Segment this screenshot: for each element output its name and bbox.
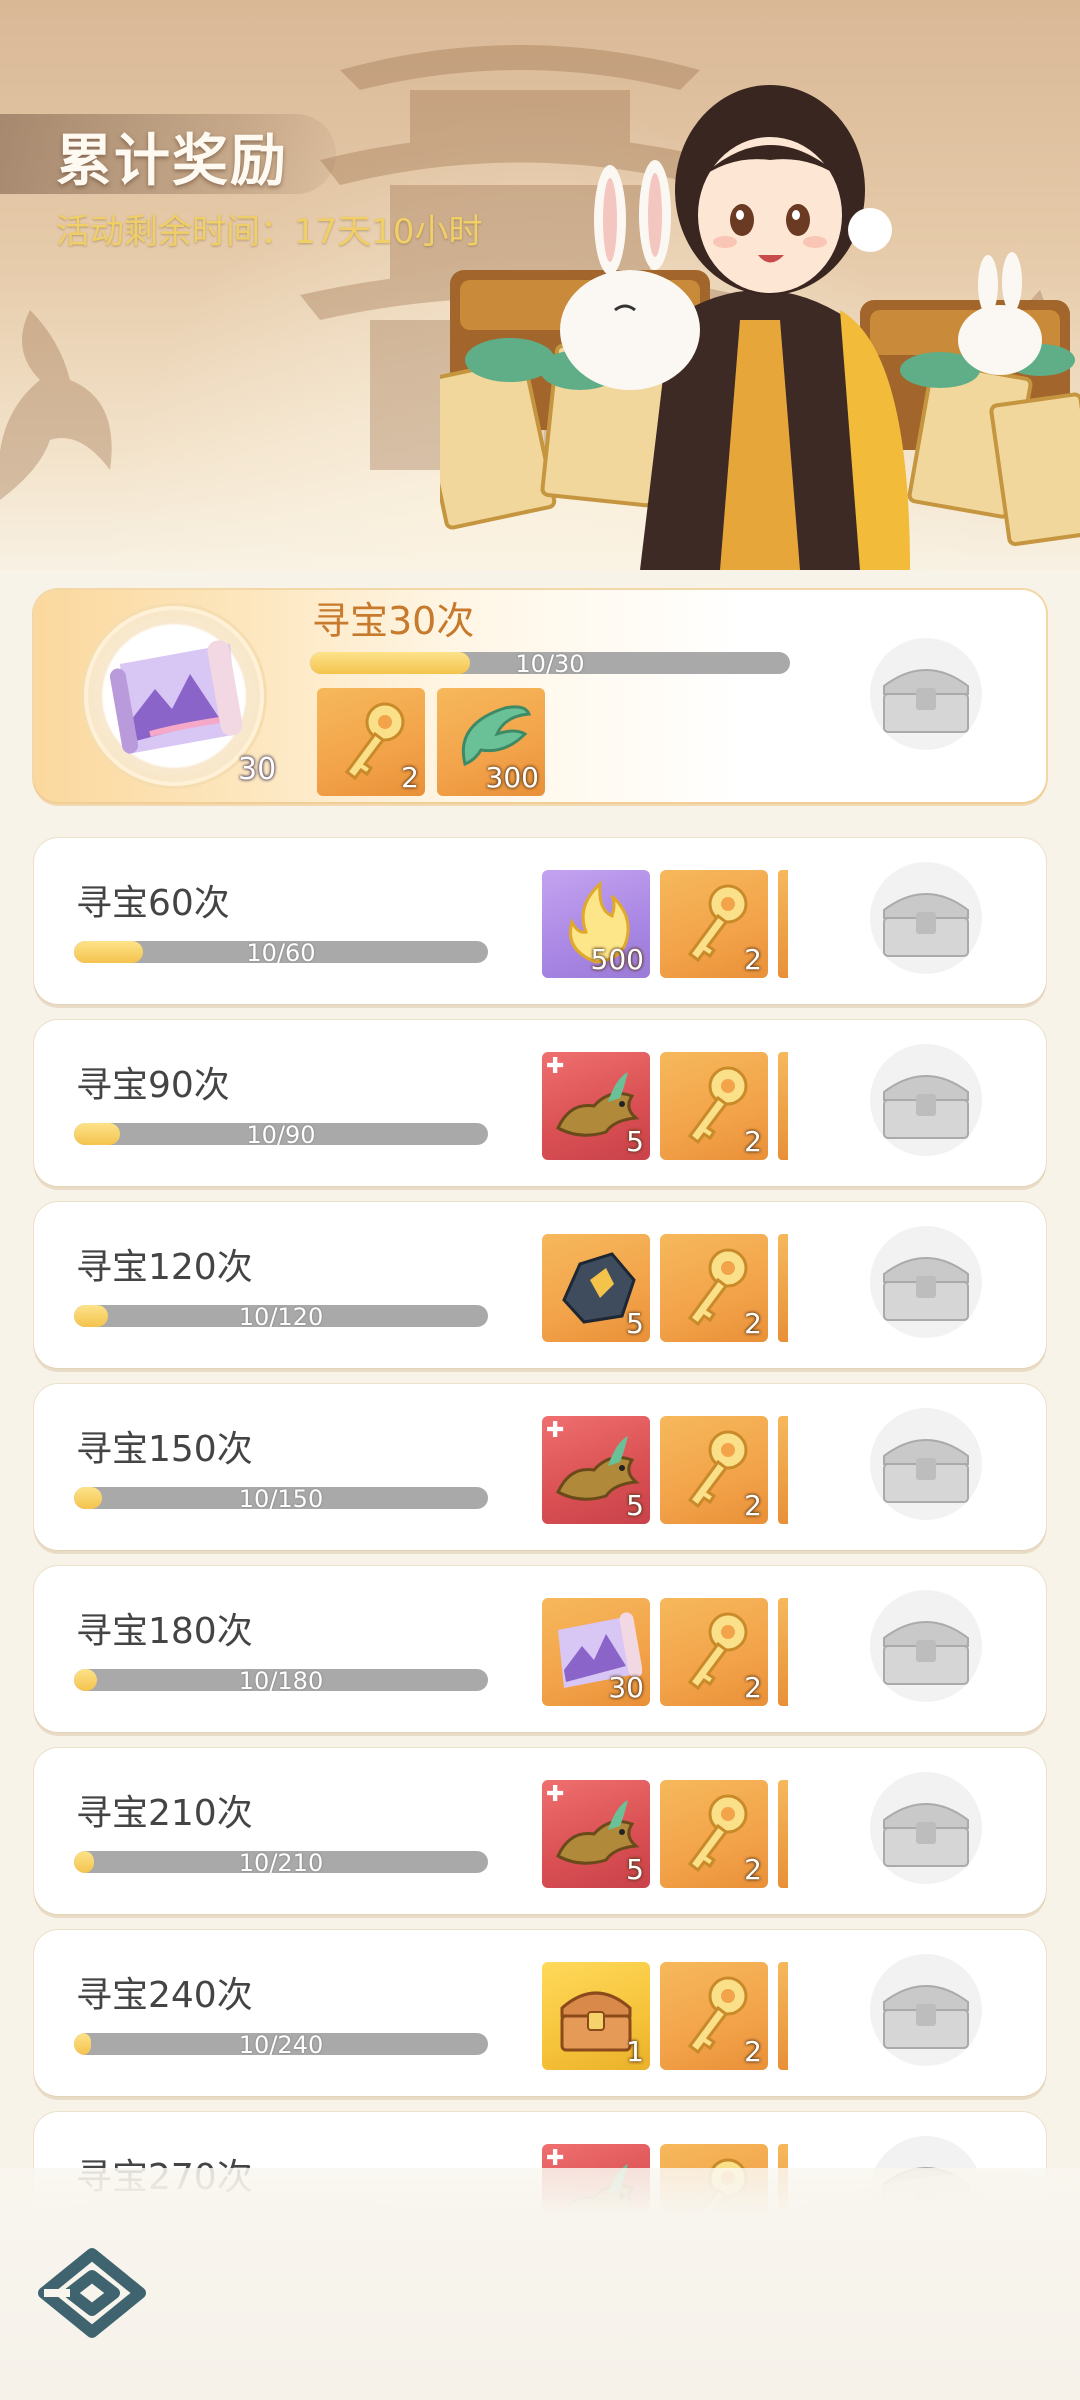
- progress-text: 10/30: [515, 652, 585, 674]
- treasure-chest-icon[interactable]: [866, 1950, 986, 2070]
- treasure-chest-icon[interactable]: [866, 1222, 986, 1342]
- reward-quantity: 500: [590, 943, 644, 976]
- milestone-label: 寻宝90次: [76, 1065, 230, 1106]
- milestone-medal: 30: [84, 606, 276, 787]
- reward-quantity: 2: [744, 1671, 762, 1704]
- reward-item[interactable]: 2: [660, 1780, 768, 1888]
- game-logo-icon[interactable]: [36, 2246, 148, 2340]
- reward-quantity: 5: [626, 1125, 644, 1158]
- milestone-label: 寻宝150次: [76, 1429, 253, 1470]
- milestone-label: 寻宝30次: [312, 599, 475, 643]
- milestone-label: 寻宝180次: [76, 1611, 253, 1652]
- milestone-card: 寻宝120次 10/120 5 2: [34, 1202, 1046, 1368]
- reward-item-overflow: [778, 1416, 788, 1524]
- reward-item[interactable]: 5: [542, 1234, 650, 1342]
- reward-quantity: 2: [401, 761, 419, 794]
- reward-item-overflow: [778, 1598, 788, 1706]
- reward-item[interactable]: 500: [542, 870, 650, 978]
- progress-text: 10/210: [238, 1851, 324, 1873]
- reward-item-overflow: [778, 1962, 788, 2070]
- reward-quantity: 2: [744, 943, 762, 976]
- featured-milestone-card: 30 寻宝30次 10/30 2 300: [34, 590, 1046, 802]
- event-timer: 活动剩余时间：17天10小时: [56, 212, 483, 252]
- reward-item-overflow: [778, 1780, 788, 1888]
- milestone-card: 寻宝90次 10/90 5 ✚ 2: [34, 1020, 1046, 1186]
- milestone-card: 寻宝180次 10/180 30 2: [34, 1566, 1046, 1732]
- reward-item-overflow: [778, 1234, 788, 1342]
- treasure-chest-icon[interactable]: [866, 1040, 986, 1160]
- treasure-chest-icon[interactable]: [866, 1404, 986, 1524]
- reward-item[interactable]: 2: [317, 688, 425, 796]
- progress-bar: 10/150: [74, 1487, 488, 1509]
- treasure-chest-icon[interactable]: [866, 1586, 986, 1706]
- reward-item[interactable]: 2: [660, 1962, 768, 2070]
- reward-item[interactable]: 30: [542, 1598, 650, 1706]
- reward-quantity: 5: [626, 1307, 644, 1340]
- reward-item[interactable]: 300: [437, 688, 545, 796]
- reward-quantity: 2: [744, 1489, 762, 1522]
- reward-item[interactable]: 5 ✚: [542, 1416, 650, 1524]
- milestone-label: 寻宝60次: [76, 883, 230, 924]
- milestone-label: 寻宝210次: [76, 1793, 253, 1834]
- reward-item-overflow: [778, 1052, 788, 1160]
- reward-quantity: 5: [626, 1853, 644, 1886]
- medal-quantity: 30: [238, 752, 277, 787]
- reward-item[interactable]: 5 ✚: [542, 1052, 650, 1160]
- progress-text: 10/90: [246, 1123, 316, 1145]
- upgrade-plus-icon: ✚: [546, 1782, 565, 1807]
- reward-quantity: 2: [744, 1307, 762, 1340]
- bottom-bar: [0, 2168, 1080, 2400]
- reward-item[interactable]: 2: [660, 1416, 768, 1524]
- reward-item[interactable]: 1: [542, 1962, 650, 2070]
- phoenix-decoration-icon: [0, 310, 112, 500]
- treasure-chest-icon[interactable]: [866, 634, 986, 754]
- milestone-card: 寻宝60次 10/60 500 2: [34, 838, 1046, 1004]
- milestone-card: 寻宝210次 10/210 5 ✚ 2: [34, 1748, 1046, 1914]
- reward-item[interactable]: 5 ✚: [542, 1780, 650, 1888]
- upgrade-plus-icon: ✚: [546, 1418, 565, 1443]
- reward-quantity: 2: [744, 1125, 762, 1158]
- reward-item-overflow: [778, 870, 788, 978]
- progress-text: 10/60: [246, 941, 316, 963]
- reward-quantity: 300: [485, 761, 539, 794]
- reward-quantity: 2: [744, 1853, 762, 1886]
- progress-text: 10/180: [238, 1669, 324, 1691]
- progress-bar: 10/90: [74, 1123, 488, 1145]
- reward-item[interactable]: 2: [660, 1234, 768, 1342]
- character-illustration: [440, 85, 1080, 570]
- reward-quantity: 5: [626, 1489, 644, 1522]
- progress-bar: 10/120: [74, 1305, 488, 1327]
- page-title: 累计奖励: [56, 129, 288, 194]
- reward-item[interactable]: 2: [660, 1598, 768, 1706]
- progress-bar: 10/60: [74, 941, 488, 963]
- progress-bar: 10/240: [74, 2033, 488, 2055]
- upgrade-plus-icon: ✚: [546, 1054, 565, 1079]
- milestone-card: 寻宝240次 10/240 1 2: [34, 1930, 1046, 2096]
- progress-text: 10/240: [238, 2033, 324, 2055]
- scroll-painting-icon: [110, 640, 243, 754]
- reward-item[interactable]: 2: [660, 1052, 768, 1160]
- treasure-chest-icon[interactable]: [866, 858, 986, 978]
- reward-quantity: 1: [626, 2035, 644, 2068]
- milestone-label: 寻宝240次: [76, 1975, 253, 2016]
- progress-bar: 10/30: [310, 652, 790, 674]
- milestone-card: 寻宝150次 10/150 5 ✚ 2: [34, 1384, 1046, 1550]
- event-banner: 累计奖励 活动剩余时间：17天10小时: [0, 0, 1080, 570]
- progress-bar: 10/210: [74, 1851, 488, 1873]
- milestone-label: 寻宝120次: [76, 1247, 253, 1288]
- reward-quantity: 2: [744, 2035, 762, 2068]
- progress-bar: 10/180: [74, 1669, 488, 1691]
- reward-item[interactable]: 2: [660, 870, 768, 978]
- reward-quantity: 30: [608, 1671, 644, 1704]
- progress-text: 10/150: [238, 1487, 324, 1509]
- progress-text: 10/120: [238, 1305, 324, 1327]
- treasure-chest-icon[interactable]: [866, 1768, 986, 1888]
